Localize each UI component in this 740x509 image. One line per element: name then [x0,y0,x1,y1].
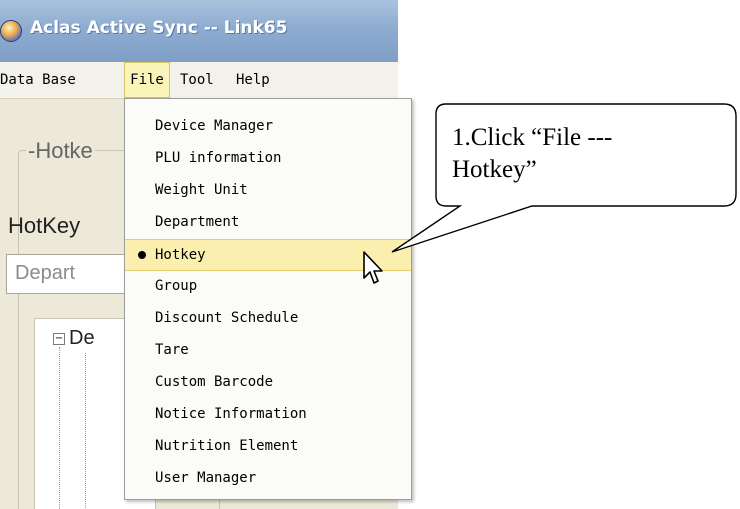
menu-tool[interactable]: Tool [180,62,214,98]
menu-item-label: Notice Information [155,406,307,422]
menu-item-label: Nutrition Element [155,438,299,454]
radio-bullet-icon [138,251,146,259]
menu-item-label: Discount Schedule [155,310,299,326]
hotkey-label: HotKey [8,213,81,238]
menu-item-label: Weight Unit [155,182,248,198]
menu-item-department[interactable]: Department [125,207,411,239]
menu-item-tare[interactable]: Tare [125,335,411,367]
menu-item-label: Device Manager [155,118,274,134]
menu-item-label: Hotkey [155,247,206,263]
menu-item-nutrition-element[interactable]: Nutrition Element [125,431,411,463]
callout-text: 1.Click “File --- Hotkey” [452,122,702,186]
menu-item-label: Department [155,214,240,230]
menu-item-weight-unit[interactable]: Weight Unit [125,175,411,207]
callout-line-2: Hotkey” [452,156,537,183]
tree-collapse-icon[interactable]: − [53,333,65,345]
menu-help[interactable]: Help [236,62,270,98]
menu-item-notice-information[interactable]: Notice Information [125,399,411,431]
title-bar[interactable]: Aclas Active Sync -- Link65 [0,0,398,62]
menu-bar: Data Base File Tool Help [0,62,398,99]
file-menu-dropdown: Device Manager PLU information Weight Un… [124,98,412,500]
menu-item-label: Group [155,278,198,294]
tree-root-node[interactable]: De [69,327,95,350]
menu-item-custom-barcode[interactable]: Custom Barcode [125,367,411,399]
department-combo-value: Depart [15,262,76,284]
menu-item-label: Custom Barcode [155,374,274,390]
menu-item-device-manager[interactable]: Device Manager [125,111,411,143]
menu-item-discount-schedule[interactable]: Discount Schedule [125,303,411,335]
tree-connector-line [85,353,86,509]
menu-item-label: Tare [155,342,189,358]
menu-data-base[interactable]: Data Base [0,62,76,98]
callout-line-1: 1.Click “File --- [452,124,613,151]
menu-item-label: User Manager [155,470,257,486]
tree-connector-line [59,347,60,509]
menu-item-plu-information[interactable]: PLU information [125,143,411,175]
menu-item-user-manager[interactable]: User Manager [125,463,411,495]
menu-item-label: PLU information [155,150,282,166]
app-icon [0,20,22,42]
menu-file[interactable]: File [124,62,170,98]
window-title: Aclas Active Sync -- Link65 [30,18,288,38]
group-legend: -Hotke [26,138,95,164]
